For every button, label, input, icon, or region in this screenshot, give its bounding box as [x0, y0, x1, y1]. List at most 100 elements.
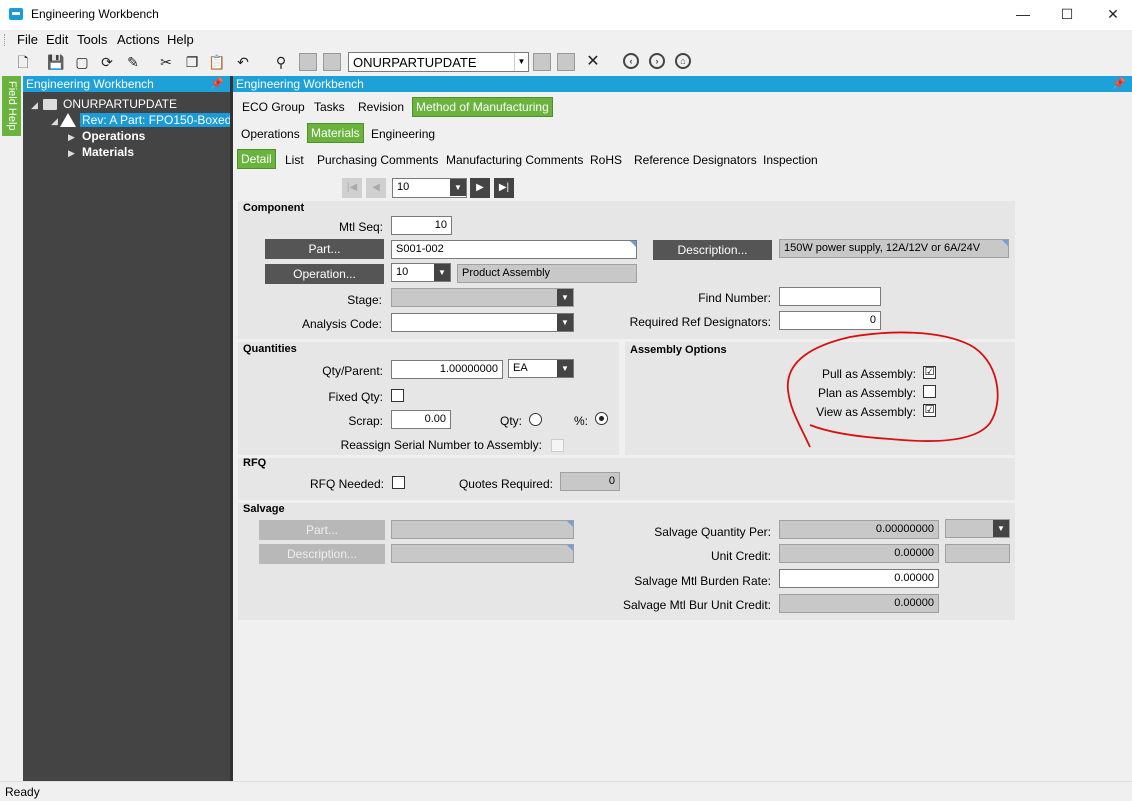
find-number-field[interactable]	[779, 287, 881, 306]
tab-engineering[interactable]: Engineering	[368, 125, 438, 145]
back-icon[interactable]: ‹	[623, 53, 639, 69]
expand-icon[interactable]: ◢	[51, 116, 58, 127]
tab-method-of-manufacturing[interactable]: Method of Manufacturing	[412, 97, 553, 117]
tree-item-root[interactable]: ONURPARTUPDATE	[63, 97, 177, 111]
previous-record-icon[interactable]	[323, 53, 341, 71]
uom-combo[interactable]: EA ▼	[508, 359, 574, 378]
tab-detail[interactable]: Detail	[237, 149, 276, 169]
clear-icon[interactable]: ▢	[73, 53, 91, 71]
collapse-arrow-icon[interactable]: ▶	[68, 132, 75, 143]
field-help-tab[interactable]: Field Help	[2, 76, 21, 136]
mtl-seq-field[interactable]: 10	[391, 216, 452, 235]
scrap-field[interactable]: 0.00	[391, 410, 451, 429]
menu-bar: File Edit Tools Actions Help	[0, 30, 1132, 50]
chevron-down-icon[interactable]: ▼	[557, 289, 573, 306]
menu-help[interactable]: Help	[167, 32, 194, 47]
tree-item-revision[interactable]: Rev: A Part: FPO150-Boxed	[80, 113, 234, 127]
qty-parent-field[interactable]: 1.00000000	[391, 360, 503, 379]
stage-combo[interactable]: ▼	[391, 288, 574, 307]
tab-operations[interactable]: Operations	[238, 125, 303, 145]
chevron-down-icon[interactable]: ▼	[557, 314, 573, 331]
red-annotation-circle	[787, 331, 999, 448]
collapse-arrow-icon[interactable]: ▶	[68, 148, 75, 159]
save-icon[interactable]: 💾	[47, 53, 65, 71]
refresh-icon[interactable]: ⟳	[98, 53, 116, 71]
tab-revision[interactable]: Revision	[355, 98, 407, 118]
search-icon[interactable]: ⚲	[272, 53, 290, 71]
close-window-button[interactable]: ✕	[1090, 0, 1132, 30]
salvage-burden-rate-label: Salvage Mtl Burden Rate:	[634, 574, 771, 588]
qty-radio[interactable]	[529, 413, 542, 426]
next-record-icon[interactable]	[533, 53, 551, 71]
salvage-part-button[interactable]: Part...	[259, 520, 385, 540]
tab-materials[interactable]: Materials	[307, 123, 364, 143]
pin-icon[interactable]: 📌	[210, 76, 224, 92]
operation-combo[interactable]: 10 ▼	[391, 263, 451, 282]
menu-file[interactable]: File	[17, 32, 38, 47]
salvage-uom-combo: ▼	[945, 519, 1010, 538]
tab-rohs[interactable]: RoHS	[587, 151, 625, 171]
tab-list[interactable]: List	[282, 151, 307, 171]
fixed-qty-checkbox[interactable]	[391, 389, 404, 402]
tab-purchasing-comments[interactable]: Purchasing Comments	[314, 151, 441, 171]
cut-icon[interactable]: ✂	[157, 53, 175, 71]
part-button[interactable]: Part...	[265, 239, 384, 259]
paste-icon[interactable]: 📋	[208, 53, 226, 71]
salvage-burden-rate-field[interactable]: 0.00000	[779, 569, 939, 588]
maximize-button[interactable]: ☐	[1044, 0, 1090, 30]
chevron-down-icon[interactable]: ▼	[434, 264, 450, 281]
stage-label: Stage:	[347, 293, 382, 307]
percent-radio[interactable]	[595, 412, 608, 425]
tree-item-operations[interactable]: Operations	[82, 129, 145, 143]
folder-icon	[43, 99, 57, 110]
record-combo[interactable]: ONURPARTUPDATE ▼	[348, 52, 529, 72]
tab-tasks[interactable]: Tasks	[311, 98, 348, 118]
qty-radio-label: Qty:	[499, 414, 522, 428]
tab-reference-designators[interactable]: Reference Designators	[631, 151, 760, 171]
forward-icon[interactable]: ›	[649, 53, 665, 69]
last-record-icon[interactable]	[557, 53, 575, 71]
undo-all-icon[interactable]: ✎	[124, 53, 142, 71]
chevron-down-icon[interactable]: ▼	[450, 179, 466, 196]
nav-first-button[interactable]: |◀	[342, 178, 362, 198]
component-header: Component	[243, 202, 305, 214]
nav-last-button[interactable]: ▶|	[494, 178, 514, 198]
delete-icon[interactable]: ✕	[584, 53, 602, 71]
nav-previous-button[interactable]: ◀	[366, 178, 386, 198]
salvage-description-button[interactable]: Description...	[259, 544, 385, 564]
chevron-down-icon[interactable]: ▼	[514, 53, 528, 71]
nav-seq-combo[interactable]: 10 ▼	[392, 178, 467, 198]
tab-inspection[interactable]: Inspection	[760, 151, 821, 171]
menu-edit[interactable]: Edit	[46, 32, 68, 47]
expand-icon[interactable]: ◢	[31, 100, 38, 111]
menu-actions[interactable]: Actions	[117, 32, 160, 47]
salvage-header: Salvage	[243, 503, 285, 515]
part-field[interactable]: S001-002	[391, 240, 637, 259]
operation-button[interactable]: Operation...	[265, 264, 384, 284]
percent-radio-label: %:	[573, 414, 588, 428]
description-button[interactable]: Description...	[653, 240, 772, 260]
description-field[interactable]: 150W power supply, 12A/12V or 6A/24V	[779, 239, 1009, 258]
chevron-down-icon[interactable]: ▼	[557, 360, 573, 377]
home-icon[interactable]: ⌂	[675, 53, 691, 69]
scrap-label: Scrap:	[348, 414, 383, 428]
required-ref-designators-label: Required Ref Designators:	[629, 315, 771, 329]
new-icon[interactable]: 🗋	[14, 53, 32, 71]
copy-icon[interactable]: ❐	[183, 53, 201, 71]
tab-eco-group[interactable]: ECO Group	[239, 98, 308, 118]
tree-item-materials[interactable]: Materials	[82, 145, 134, 159]
first-record-icon[interactable]	[299, 53, 317, 71]
reassign-serial-checkbox[interactable]	[551, 439, 564, 452]
nav-next-button[interactable]: ▶	[470, 178, 490, 198]
analysis-code-combo[interactable]: ▼	[391, 313, 574, 332]
pin-icon[interactable]: 📌	[1112, 76, 1126, 92]
menu-tools[interactable]: Tools	[77, 32, 107, 47]
undo-icon[interactable]: ↶	[234, 53, 252, 71]
rfq-needed-checkbox[interactable]	[392, 476, 405, 489]
tab-manufacturing-comments[interactable]: Manufacturing Comments	[443, 151, 586, 171]
salvage-qty-per-field: 0.00000000	[779, 520, 939, 539]
salvage-description-field	[391, 544, 574, 563]
tree-panel-header: Engineering Workbench 📌	[23, 76, 230, 92]
minimize-button[interactable]: —	[1000, 0, 1046, 30]
salvage-qty-per-label: Salvage Quantity Per:	[654, 525, 771, 539]
